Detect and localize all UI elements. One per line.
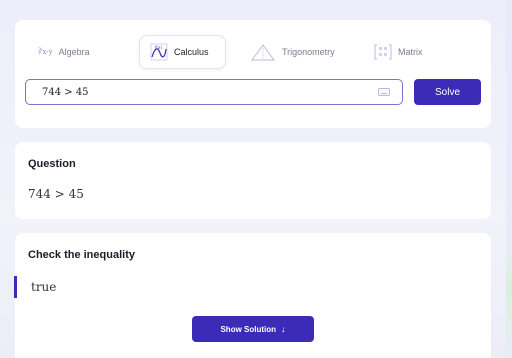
show-solution-button[interactable]: Show Solution ↓: [192, 316, 314, 342]
right-edge-strip: [506, 0, 512, 358]
tab-matrix-label: Matrix: [398, 47, 423, 57]
result-value: true: [31, 280, 57, 294]
question-title: Question: [28, 158, 76, 170]
result-accent-bar: [14, 276, 17, 298]
tab-algebra[interactable]: ∛x·y Algebra: [38, 35, 90, 69]
check-card: Check the inequality true Show Solution …: [14, 233, 491, 358]
tab-trigonometry-label: Trigonometry: [282, 47, 335, 57]
tab-algebra-label: Algebra: [58, 47, 90, 57]
expression-input-box[interactable]: [25, 79, 403, 105]
keyboard-icon[interactable]: [378, 88, 390, 96]
expression-input[interactable]: [40, 85, 364, 99]
category-tabs: ∛x·y Algebra f(x) Calculus Trigonometry: [30, 35, 450, 69]
tab-calculus-label: Calculus: [174, 47, 209, 57]
check-title: Check the inequality: [28, 249, 135, 261]
triangle-icon: [250, 42, 276, 62]
calculus-icon: f(x): [150, 43, 168, 61]
solve-button[interactable]: Solve: [414, 79, 481, 105]
tab-calculus[interactable]: f(x) Calculus: [139, 35, 226, 69]
input-card: ∛x·y Algebra f(x) Calculus Trigonometry: [15, 20, 491, 128]
show-solution-label: Show Solution: [220, 324, 277, 334]
question-card: Question 744 > 45: [15, 142, 491, 219]
algebra-icon: ∛x·y: [38, 48, 53, 56]
tab-trigonometry[interactable]: Trigonometry: [250, 35, 335, 69]
matrix-icon: [374, 43, 392, 61]
tab-matrix[interactable]: Matrix: [374, 35, 423, 69]
question-expression: 744 > 45: [28, 187, 84, 201]
svg-text:f(x): f(x): [155, 45, 162, 50]
arrow-down-icon: ↓: [281, 324, 286, 334]
